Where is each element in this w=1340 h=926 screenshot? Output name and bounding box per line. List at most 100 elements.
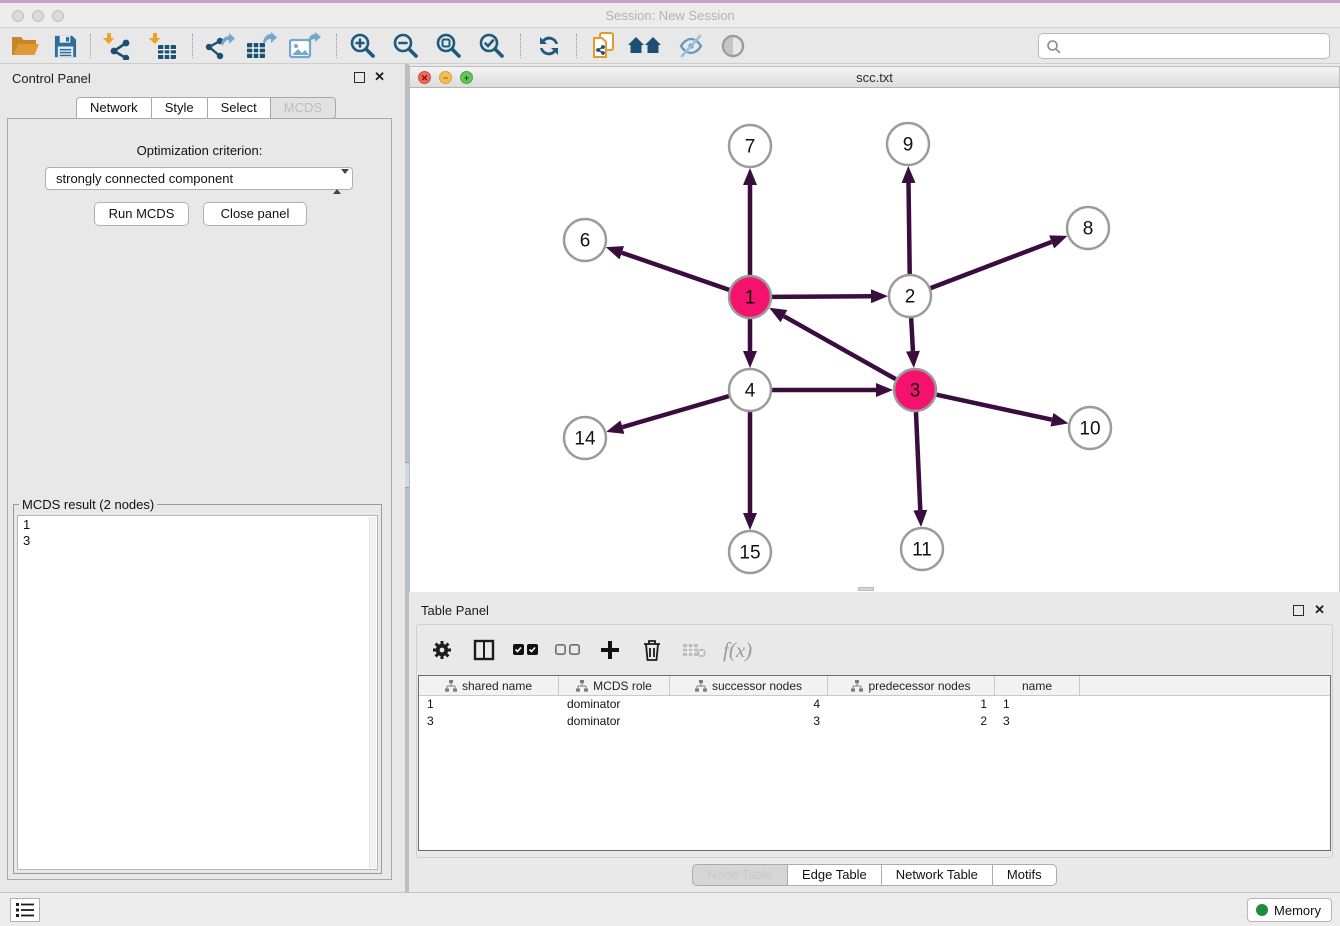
graph-edge-2-3[interactable] bbox=[911, 318, 913, 351]
cell-name[interactable]: 3 bbox=[995, 713, 1080, 730]
network-canvas[interactable]: 7968124314101511 bbox=[409, 88, 1340, 592]
export-table-icon[interactable] bbox=[244, 31, 278, 61]
import-table-icon[interactable] bbox=[146, 31, 180, 61]
import-network-icon[interactable] bbox=[100, 31, 134, 61]
memory-label: Memory bbox=[1274, 903, 1321, 918]
export-image-icon[interactable] bbox=[288, 31, 322, 61]
cell-shared-name[interactable]: 1 bbox=[419, 696, 559, 713]
cell-successor-nodes[interactable]: 4 bbox=[670, 696, 828, 713]
cell-shared-name[interactable]: 3 bbox=[419, 713, 559, 730]
float-table-panel-icon[interactable] bbox=[1293, 605, 1304, 616]
deselect-all-checkboxes-icon[interactable] bbox=[555, 637, 581, 663]
zoom-in-icon[interactable] bbox=[346, 31, 380, 61]
export-network-icon[interactable] bbox=[202, 31, 236, 61]
copy-network-style-icon[interactable] bbox=[588, 31, 622, 61]
network-window-titlebar[interactable]: ✕ − + scc.txt bbox=[409, 66, 1340, 88]
run-mcds-button[interactable]: Run MCDS bbox=[94, 202, 189, 226]
column-header-shared-name[interactable]: shared name bbox=[419, 676, 559, 695]
mcds-panel: Optimization criterion: strongly connect… bbox=[7, 118, 392, 880]
graph-edge-1-6[interactable] bbox=[622, 253, 729, 290]
home-layout-icon[interactable] bbox=[628, 31, 662, 61]
canvas-grip[interactable] bbox=[858, 587, 874, 591]
zoom-fit-icon[interactable] bbox=[432, 31, 466, 61]
mcds-result-title: MCDS result (2 nodes) bbox=[19, 497, 157, 512]
graph-node-label-1: 1 bbox=[745, 288, 756, 309]
mcds-result-textarea[interactable]: 1 3 bbox=[17, 515, 378, 870]
graph-node-label-14: 14 bbox=[574, 429, 596, 450]
result-scrollbar[interactable] bbox=[369, 517, 376, 868]
delete-table-icon bbox=[681, 637, 707, 663]
float-panel-icon[interactable] bbox=[354, 72, 365, 83]
tab-select[interactable]: Select bbox=[207, 97, 270, 119]
table-row[interactable]: 3 dominator 3 2 3 bbox=[419, 713, 1330, 730]
select-all-checkboxes-icon[interactable] bbox=[513, 637, 539, 663]
search-field bbox=[1038, 33, 1330, 59]
cell-name[interactable]: 1 bbox=[995, 696, 1080, 713]
criterion-dropdown-value: strongly connected component bbox=[56, 171, 233, 186]
show-column-icon[interactable] bbox=[471, 637, 497, 663]
memory-button[interactable]: Memory bbox=[1247, 898, 1332, 922]
cell-predecessor-nodes[interactable]: 2 bbox=[828, 713, 995, 730]
graph-edge-2-9[interactable] bbox=[909, 183, 910, 274]
close-table-panel-icon[interactable]: ✕ bbox=[1314, 602, 1325, 618]
close-panel-icon[interactable]: ✕ bbox=[374, 69, 385, 85]
table-toolbar: f(x) bbox=[429, 630, 752, 670]
search-input[interactable] bbox=[1065, 36, 1323, 56]
column-header-predecessor-nodes[interactable]: predecessor nodes bbox=[828, 676, 995, 695]
graph-edge-3-11[interactable] bbox=[916, 412, 920, 510]
graph-edge-1-2[interactable] bbox=[772, 296, 871, 297]
task-history-button[interactable] bbox=[10, 898, 40, 922]
table-row[interactable]: 1 dominator 4 1 1 bbox=[419, 696, 1330, 713]
control-panel-title: Control Panel bbox=[12, 71, 91, 86]
graph-node-label-7: 7 bbox=[745, 137, 756, 158]
settings-gear-icon[interactable] bbox=[429, 637, 455, 663]
tree-icon bbox=[576, 680, 588, 692]
open-folder-icon[interactable] bbox=[8, 31, 42, 61]
zoom-out-icon[interactable] bbox=[389, 31, 423, 61]
hide-graphics-details-icon[interactable] bbox=[674, 31, 708, 61]
graph-node-label-10: 10 bbox=[1079, 419, 1100, 440]
table-panel: Table Panel ✕ f(x) bbox=[409, 596, 1340, 892]
column-header-successor-nodes[interactable]: successor nodes bbox=[670, 676, 828, 695]
add-column-icon[interactable] bbox=[597, 637, 623, 663]
cell-mcds-role[interactable]: dominator bbox=[559, 696, 670, 713]
network-graph[interactable]: 7968124314101511 bbox=[410, 88, 1339, 590]
tree-icon bbox=[445, 680, 457, 692]
column-header-mcds-role[interactable]: MCDS role bbox=[559, 676, 670, 695]
tab-network[interactable]: Network bbox=[76, 97, 151, 119]
cell-predecessor-nodes[interactable]: 1 bbox=[828, 696, 995, 713]
mcds-result-group: MCDS result (2 nodes) 1 3 bbox=[13, 497, 382, 874]
function-builder-icon: f(x) bbox=[723, 638, 752, 663]
control-panel-tabs: Network Style Select MCDS bbox=[76, 97, 336, 119]
main-toolbar bbox=[0, 28, 1340, 64]
tab-style[interactable]: Style bbox=[151, 97, 207, 119]
search-icon bbox=[1046, 39, 1062, 55]
graph-node-label-4: 4 bbox=[745, 381, 756, 402]
node-table-header: shared name MCDS role successor nodes pr… bbox=[419, 676, 1330, 696]
tab-mcds[interactable]: MCDS bbox=[270, 97, 336, 119]
save-session-icon[interactable] bbox=[48, 31, 82, 61]
delete-column-icon[interactable] bbox=[639, 637, 665, 663]
table-panel-tabs: Node Table Edge Table Network Table Moti… bbox=[409, 864, 1340, 886]
criterion-dropdown[interactable]: strongly connected component bbox=[45, 167, 353, 190]
zoom-selected-icon[interactable] bbox=[475, 31, 509, 61]
tab-edge-table[interactable]: Edge Table bbox=[787, 864, 881, 886]
refresh-icon[interactable] bbox=[532, 31, 566, 61]
cell-mcds-role[interactable]: dominator bbox=[559, 713, 670, 730]
graph-edge-3-1[interactable] bbox=[784, 316, 896, 379]
tab-network-table[interactable]: Network Table bbox=[881, 864, 992, 886]
graph-edge-2-8[interactable] bbox=[931, 242, 1052, 288]
cell-successor-nodes[interactable]: 3 bbox=[670, 713, 828, 730]
toolbar-separator bbox=[520, 34, 521, 58]
mcds-result-line: 1 bbox=[18, 516, 377, 532]
column-header-name[interactable]: name bbox=[995, 676, 1080, 695]
tab-node-table[interactable]: Node Table bbox=[692, 864, 787, 886]
toolbar-separator bbox=[90, 34, 91, 58]
graph-node-label-15: 15 bbox=[739, 543, 760, 564]
birdseye-view-icon[interactable] bbox=[716, 31, 750, 61]
close-panel-button[interactable]: Close panel bbox=[203, 202, 307, 226]
graph-node-label-8: 8 bbox=[1083, 219, 1094, 240]
tab-motifs[interactable]: Motifs bbox=[992, 864, 1057, 886]
graph-edge-4-14[interactable] bbox=[622, 396, 728, 427]
graph-edge-3-10[interactable] bbox=[936, 395, 1051, 420]
